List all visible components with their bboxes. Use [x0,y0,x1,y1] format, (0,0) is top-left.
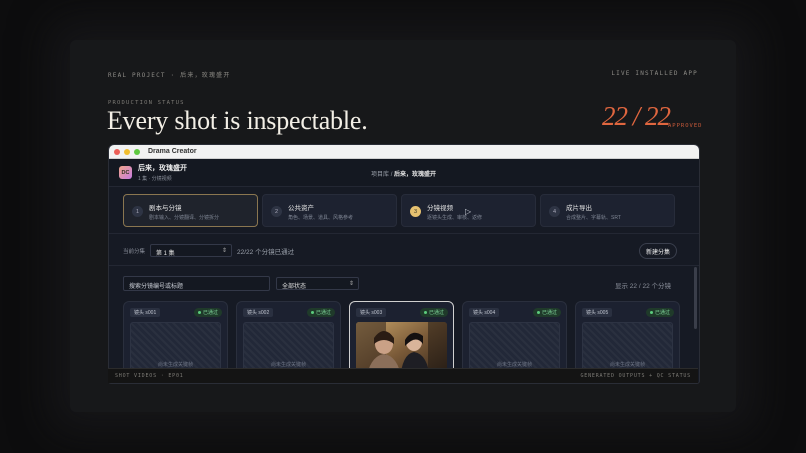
app-header: DC 后来，玫瑰盛开 1 集 · 分镜视频 项目库 / 后来，玫瑰盛开 [109,159,699,187]
filter-bar: 搜索分镜编号或标题 全部状态 ⇕ 显示 22 / 22 个分镜 [123,276,685,291]
approved-counter: 22 / 22 [602,101,671,131]
step-export[interactable]: 4 成片导出 合成整片、字幕轨、SRT [540,194,675,227]
caret-updown-icon: ⇕ [348,281,354,287]
shot-id: 镜头 s002 [243,308,274,317]
status-text: 已通过 [315,310,331,316]
status-badge: 已通过 [419,308,448,317]
status-badge: 已通过 [193,308,222,317]
step-number: 2 [271,206,282,217]
project-info: 后来，玫瑰盛开 1 集 · 分镜视频 [138,163,187,182]
status-text: 已通过 [202,310,218,316]
episode-selected: 第 1 集 [156,251,175,257]
footer-left: SHOT VIDEOS · EP01 [115,373,184,379]
scrollbar[interactable] [694,267,697,329]
play-cursor-icon: ▷ [465,207,472,216]
step-title: 公共资产 [288,205,314,212]
placeholder-text: 尚未生成关键帧 [496,362,532,368]
status-badge: 已通过 [645,308,674,317]
step-subtitle: 合成整片、字幕轨、SRT [566,215,621,221]
minimize-window-button[interactable] [124,148,130,155]
headline: Every shot is inspectable. [107,106,368,135]
placeholder-text: 尚未生成关键帧 [609,362,645,368]
new-episode-button[interactable]: 新建分集 [638,243,677,259]
close-window-button[interactable] [114,148,120,155]
breadcrumb: 项目库 / 后来，玫瑰盛开 [371,169,436,178]
shot-id: 镜头 s003 [356,308,387,317]
workflow-steps: 1 剧本与分镜 剧本输入、分镜翻译、分镜拆分 2 公共资产 角色、场景、道具、风… [123,194,675,227]
breadcrumb-separator: / [390,172,393,178]
status-dot-icon [649,311,653,314]
step-subtitle: 逐镜头生成、审核、返修 [427,215,483,221]
step-assets[interactable]: 2 公共资产 角色、场景、道具、风格参考 [262,194,397,227]
breadcrumb-root[interactable]: 项目库 [371,172,389,178]
window-title: Drama Creator [148,148,197,155]
step-subtitle: 角色、场景、道具、风格参考 [288,215,354,221]
divider [109,233,699,234]
status-filter-selected: 全部状态 [282,284,307,290]
caption-footer: SHOT VIDEOS · EP01 GENERATED OUTPUTS + Q… [108,368,698,383]
status-text: 已通过 [541,310,557,316]
live-app-eyebrow: LIVE INSTALLED APP [611,70,698,77]
step-number: 1 [132,206,143,217]
step-title: 分镜视频 [427,205,453,212]
episode-label: 当前分集 [123,249,146,255]
placeholder-text: 尚未生成关键帧 [157,362,193,368]
footer-right: GENERATED OUTPUTS + QC STATUS [580,373,691,379]
status-text: 已通过 [654,310,670,316]
breadcrumb-current: 后来，玫瑰盛开 [394,172,437,178]
status-badge: 已通过 [306,308,335,317]
approved-label: APPROVED [668,123,703,129]
app-window: Drama Creator DC 后来，玫瑰盛开 1 集 · 分镜视频 项目库 … [108,144,700,384]
app-logo[interactable]: DC [119,166,132,179]
step-number: 4 [549,206,560,217]
episode-bar: 当前分集 第 1 集 ⇕ 22/22 个分镜已通过 新建分集 [123,243,685,259]
showing-count: 显示 22 / 22 个分镜 [615,283,671,290]
status-text: 已通过 [428,310,444,316]
shot-id: 镜头 s005 [582,308,613,317]
status-dot-icon [310,311,314,314]
window-titlebar: Drama Creator [109,145,699,159]
step-script[interactable]: 1 剧本与分镜 剧本输入、分镜翻译、分镜拆分 [123,194,258,227]
caret-updown-icon: ⇕ [221,248,227,254]
project-eyebrow: REAL PROJECT · 后来，玫瑰盛开 [108,72,231,79]
status-dot-icon [423,311,427,314]
status-dot-icon [536,311,540,314]
step-title: 成片导出 [566,205,592,212]
step-subtitle: 剧本输入、分镜翻译、分镜拆分 [149,215,220,221]
search-input[interactable]: 搜索分镜编号或标题 [123,276,270,291]
step-number: 3 [410,206,421,217]
maximize-window-button[interactable] [134,148,140,155]
status-badge: 已通过 [532,308,561,317]
passed-summary: 22/22 个分镜已通过 [237,249,295,256]
step-shot-video[interactable]: 3 分镜视频 逐镜头生成、审核、返修 ▷ [401,194,536,227]
divider [109,265,699,266]
placeholder-text: 尚未生成关键帧 [270,362,306,368]
shot-id: 镜头 s004 [469,308,500,317]
status-dot-icon [197,311,201,314]
episode-select[interactable]: 第 1 集 ⇕ [150,244,232,257]
shot-id: 镜头 s001 [130,308,161,317]
step-title: 剧本与分镜 [149,205,182,212]
project-name: 后来，玫瑰盛开 [138,165,187,172]
project-subtitle: 1 集 · 分镜视频 [138,176,172,182]
status-filter-select[interactable]: 全部状态 ⇕ [276,277,359,290]
